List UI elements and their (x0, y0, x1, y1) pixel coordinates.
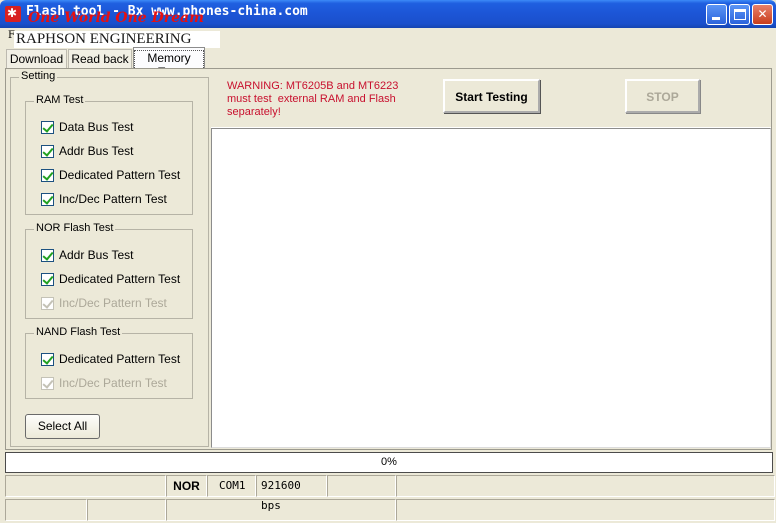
status-cell-empty (5, 475, 166, 497)
close-icon: ✕ (757, 7, 768, 21)
checkbox-label: Addr Bus Test (59, 248, 134, 262)
checkbox-label: Dedicated Pattern Test (59, 272, 181, 286)
checkbox[interactable] (41, 248, 54, 262)
app-icon (5, 6, 21, 22)
status-cell-empty (327, 475, 396, 497)
nand-inc-dec-pattern-test: Inc/Dec Pattern Test (41, 375, 167, 391)
checkbox[interactable] (41, 272, 54, 286)
minimize-button[interactable] (706, 4, 727, 25)
maximize-icon (734, 9, 746, 20)
setting-legend: Setting (19, 70, 58, 82)
nor-dedicated-pattern-test[interactable]: Dedicated Pattern Test (41, 271, 180, 287)
title-bar: Flash tool - Bx www.phones-china.com One… (0, 0, 776, 28)
minimize-icon (712, 17, 720, 20)
checkbox[interactable] (41, 168, 54, 182)
tab-download[interactable]: Download (6, 49, 67, 68)
checkbox[interactable] (41, 120, 54, 134)
warning-line: must test external RAM and Flash (227, 93, 396, 105)
checkbox-label: Dedicated Pattern Test (59, 168, 181, 182)
ram-test-legend: RAM Test (34, 94, 86, 106)
tab-download-label: Download (9, 52, 64, 66)
status-cell-empty (87, 499, 166, 521)
maximize-button[interactable] (729, 4, 750, 25)
checkbox-label: Inc/Dec Pattern Test (59, 192, 167, 206)
checkbox-label: Data Bus Test (59, 120, 134, 134)
progress-text: 0% (381, 456, 397, 468)
checkbox[interactable] (41, 192, 54, 206)
progress-bar: 0% (5, 452, 773, 473)
ram-addr-bus-test[interactable]: Addr Bus Test (41, 143, 133, 159)
warning-line: WARNING: MT6205B and MT6223 (227, 80, 399, 92)
checkbox[interactable] (41, 352, 54, 366)
tab-memory-test[interactable]: Memory Test (133, 47, 205, 80)
checkbox-label: Dedicated Pattern Test (59, 352, 181, 366)
start-testing-button[interactable]: Start Testing (443, 79, 540, 113)
checkbox-label: Addr Bus Test (59, 144, 134, 158)
test-output-area[interactable] (211, 128, 771, 448)
stop-button: STOP (625, 79, 700, 113)
warning-message: WARNING: MT6205B and MT6223 must test ex… (227, 80, 427, 119)
status-baud-rate: 921600 bps (256, 475, 327, 512)
ram-dedicated-pattern-test[interactable]: Dedicated Pattern Test (41, 167, 180, 183)
nor-flash-test-legend: NOR Flash Test (34, 222, 116, 234)
nand-dedicated-pattern-test[interactable]: Dedicated Pattern Test (41, 351, 180, 367)
checkbox (41, 296, 54, 310)
close-button[interactable]: ✕ (752, 4, 773, 25)
status-flash-type: NOR (166, 475, 207, 497)
tab-read-back-label: Read back (71, 52, 129, 66)
nor-addr-bus-test[interactable]: Addr Bus Test (41, 247, 133, 263)
ram-data-bus-test[interactable]: Data Bus Test (41, 119, 133, 135)
checkbox-label: Inc/Dec Pattern Test (59, 376, 167, 390)
nor-inc-dec-pattern-test: Inc/Dec Pattern Test (41, 295, 167, 311)
ram-inc-dec-pattern-test[interactable]: Inc/Dec Pattern Test (41, 191, 167, 207)
status-cell-empty (5, 499, 87, 521)
checkbox[interactable] (41, 144, 54, 158)
status-com-port: COM1 (207, 475, 256, 497)
brand-banner: RAPHSON ENGINEERING (14, 31, 220, 48)
nand-flash-test-legend: NAND Flash Test (34, 326, 123, 338)
warning-line: separately! (227, 106, 281, 118)
status-cell-empty (166, 499, 396, 521)
status-cell-empty (396, 475, 775, 497)
select-all-button[interactable]: Select All (25, 414, 100, 439)
status-bar: NOR COM1 921600 bps (5, 475, 775, 523)
tab-read-back[interactable]: Read back (68, 49, 132, 68)
title-overlay: One World One Dream (28, 10, 204, 26)
status-cell-empty (396, 499, 775, 521)
checkbox (41, 376, 54, 390)
checkbox-label: Inc/Dec Pattern Test (59, 296, 167, 310)
